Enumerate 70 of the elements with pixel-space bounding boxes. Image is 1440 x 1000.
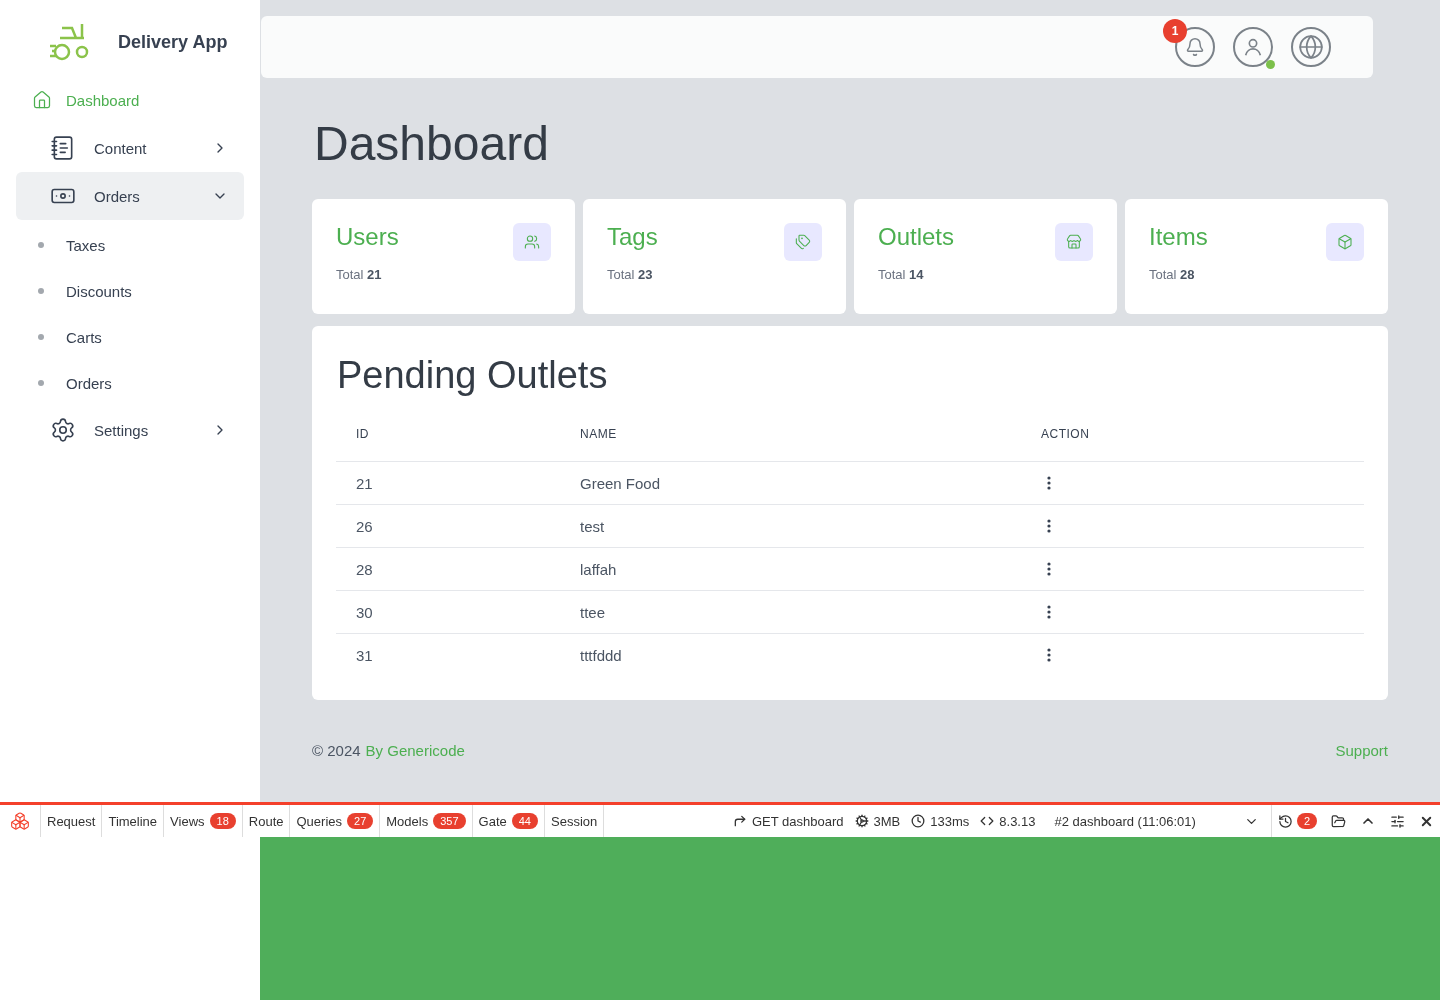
submenu-item[interactable]: Orders xyxy=(16,360,244,406)
open-folder-button[interactable] xyxy=(1331,813,1346,829)
stat-title: Items xyxy=(1149,223,1208,251)
kebab-icon xyxy=(1047,605,1051,619)
debug-info: 3MB xyxy=(873,813,901,829)
language-button[interactable] xyxy=(1291,27,1331,67)
stat-title: Outlets xyxy=(878,223,955,251)
page-title: Dashboard xyxy=(314,116,550,171)
debug-info: 8.3.13 xyxy=(999,813,1036,829)
kebab-icon xyxy=(1047,476,1051,490)
table-cell: 31 xyxy=(336,633,560,676)
submenu-item[interactable]: Taxes xyxy=(16,222,244,268)
arrow-icon xyxy=(733,814,747,828)
sliders-icon xyxy=(1390,813,1405,829)
code-icon xyxy=(980,814,995,828)
table-cell: tttfddd xyxy=(560,633,1021,676)
table-cell: 30 xyxy=(336,590,560,634)
settings-icon xyxy=(50,417,76,443)
box-icon xyxy=(1326,223,1364,261)
gears-icon xyxy=(854,814,869,828)
table-cell: test xyxy=(560,504,1021,548)
table-cell: 28 xyxy=(336,547,560,591)
kebab-icon xyxy=(1047,519,1051,533)
sidebar-item[interactable]: Orders xyxy=(16,172,244,220)
boxes-icon xyxy=(10,811,30,831)
tractor-logo-icon xyxy=(48,22,90,62)
history-button[interactable]: 2 xyxy=(1277,813,1317,829)
submenu-item[interactable]: Discounts xyxy=(16,268,244,314)
settings-button[interactable] xyxy=(1390,813,1405,829)
user-icon xyxy=(1242,36,1264,58)
count-badge: 27 xyxy=(347,813,374,829)
stat-total: Total 14 xyxy=(878,267,925,282)
tags-icon xyxy=(784,223,822,261)
folder-icon xyxy=(1331,813,1346,829)
copyright-text: © 2024 xyxy=(312,742,361,759)
request-select[interactable]: #2 dashboard (11:06:01) xyxy=(1046,813,1271,829)
bell-icon xyxy=(1185,37,1205,57)
history-icon xyxy=(1277,813,1293,829)
stat-title: Users xyxy=(336,223,399,251)
table-cell: ttee xyxy=(560,590,1021,634)
count-badge: 18 xyxy=(209,813,236,829)
column-header: ACTION xyxy=(1021,427,1364,462)
table-cell: 26 xyxy=(336,504,560,548)
stat-total: Total 21 xyxy=(336,267,383,282)
card-title: Pending Outlets xyxy=(337,354,609,397)
table-cell: laffah xyxy=(560,547,1021,591)
users-icon xyxy=(513,223,551,261)
store-icon xyxy=(1055,223,1093,261)
count-badge: 44 xyxy=(511,813,538,829)
kebab-icon xyxy=(1047,648,1051,662)
kebab-icon xyxy=(1047,562,1051,576)
stat-title: Tags xyxy=(607,223,658,251)
column-header: NAME xyxy=(560,427,1021,462)
notification-count: 1 xyxy=(1163,19,1187,43)
brand-name: Delivery App xyxy=(118,31,228,53)
count-badge: 2 xyxy=(1296,813,1317,829)
table-cell: 21 xyxy=(336,461,560,505)
table-cell: Green Food xyxy=(560,461,1021,505)
debug-info: GET dashboard xyxy=(752,813,844,829)
sidebar-item[interactable]: Content xyxy=(16,124,244,172)
submenu-item[interactable]: Carts xyxy=(16,314,244,360)
debug-info: 133ms xyxy=(930,813,970,829)
stat-total: Total 28 xyxy=(1149,267,1196,282)
sidebar-item[interactable]: Settings xyxy=(16,406,244,454)
stat-total: Total 23 xyxy=(607,267,654,282)
home-icon xyxy=(32,90,52,110)
column-header: ID xyxy=(336,427,560,462)
count-badge: 357 xyxy=(433,813,466,829)
clock-icon xyxy=(911,814,926,828)
globe-icon xyxy=(1298,34,1324,60)
